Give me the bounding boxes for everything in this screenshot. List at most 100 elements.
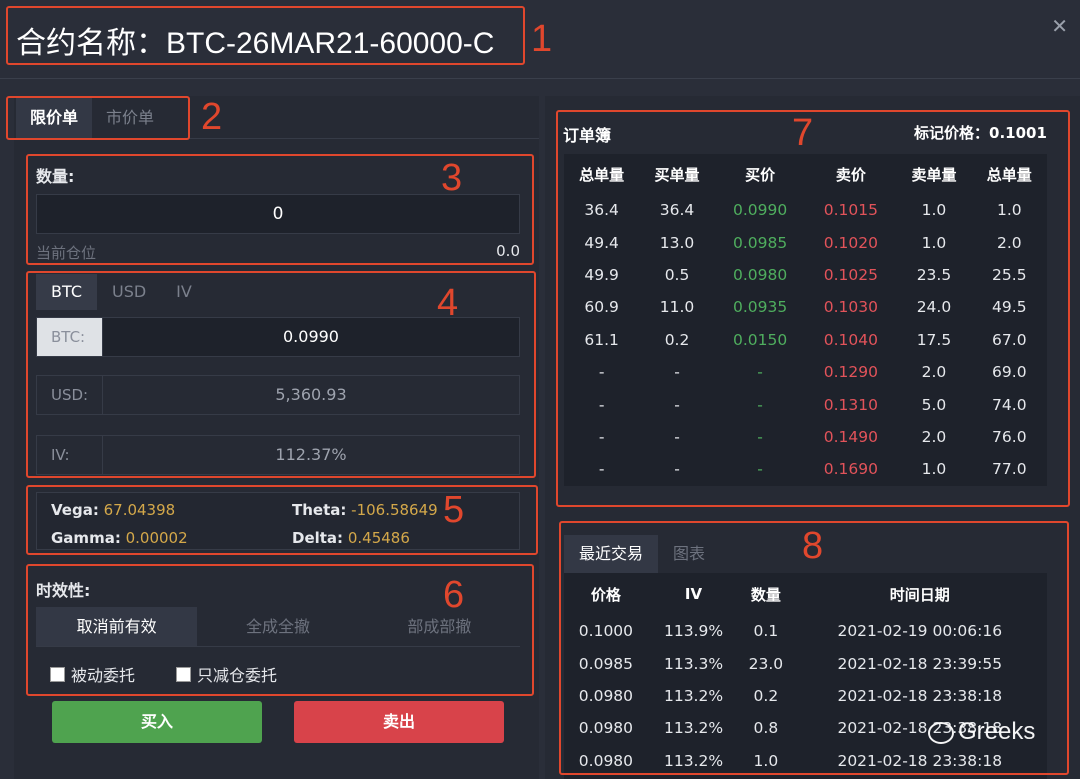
tif-fok[interactable]: 全成全撤	[197, 607, 358, 646]
orderbook-cell: 67.0	[992, 330, 1027, 349]
sell-button[interactable]: 卖出	[294, 701, 504, 743]
orderbook-cell: 0.1020	[823, 233, 878, 252]
checkbox-icon[interactable]	[50, 666, 65, 682]
annotation-number-4: 4	[437, 282, 459, 324]
trade-cell: 1.0	[753, 751, 779, 770]
orderbook-cell: 0.0980	[732, 265, 788, 284]
annotation-number-1: 1	[531, 18, 553, 60]
orderbook-row[interactable]: 49.9 0.5 0.0980 0.1025 23.5 25.5	[564, 259, 1047, 291]
usd-price-field: USD: 5,360.93	[36, 375, 520, 415]
orderbook-row[interactable]: - - - 0.1310 5.0 74.0	[564, 388, 1047, 420]
recent-trades-header: 时间日期	[889, 585, 950, 604]
quantity-label: 数量:	[36, 167, 75, 186]
orderbook-cell: -	[598, 427, 605, 446]
orderbook-cell: 24.0	[916, 298, 952, 317]
annotation-number-8: 8	[802, 525, 824, 567]
tif-gtc[interactable]: 取消前有效	[36, 607, 198, 646]
orderbook-cell: 23.5	[916, 265, 952, 284]
usd-price-value: 5,360.93	[275, 385, 347, 404]
orderbook-cell: -	[757, 395, 763, 414]
gamma-value: 0.00002	[125, 529, 188, 547]
orderbook-row[interactable]: 60.9 11.0 0.0935 0.1030 24.0 49.5	[564, 291, 1047, 323]
iv-price-label: IV:	[37, 436, 103, 474]
post-only-checkbox[interactable]: 被动委托	[50, 662, 135, 686]
recent-trades-header: 数量	[750, 585, 781, 604]
tab-chart[interactable]: 图表	[658, 535, 720, 573]
orderbook-header: 买单量	[654, 165, 700, 184]
recent-trades-tabs: 最近交易 图表	[564, 535, 720, 573]
orderbook-header: 卖单量	[911, 165, 957, 184]
orderbook-cell: 0.1310	[823, 395, 878, 414]
tab-unit-usd[interactable]: USD	[97, 274, 161, 310]
trade-cell: 2021-02-18 23:39:55	[837, 654, 1003, 673]
orderbook-row[interactable]: - - - 0.1290 2.0 69.0	[564, 356, 1047, 388]
reduce-only-checkbox[interactable]: 只减仓委托	[176, 662, 277, 686]
order-type-tabs: 限价单 市价单	[16, 98, 168, 138]
watermark-text: Greeks	[958, 718, 1036, 745]
mark-price: 标记价格：0.1001	[914, 124, 1047, 142]
orderbook-cell: 76.0	[992, 427, 1027, 446]
tab-unit-iv[interactable]: IV	[161, 274, 207, 310]
orderbook-table: 总单量 买单量 买价 卖价 卖单量 总单量 36.4 36.4 0.0990 0.1015 1.0…	[564, 154, 1047, 486]
orderbook-cell: 0.0150	[732, 330, 788, 349]
orderbook-cell: 0.1015	[823, 201, 878, 220]
annotation-number-7: 7	[792, 112, 814, 154]
orderbook-cell: -	[674, 395, 680, 414]
orderbook-title: 订单簿	[563, 126, 612, 145]
quantity-input[interactable]: 0	[36, 194, 520, 234]
orderbook-cell: 17.5	[916, 330, 952, 349]
header-divider	[0, 78, 1080, 79]
greek-theta: Theta: -106.58649	[292, 501, 438, 519]
trade-row: 0.1000 113.9% 0.1 2021-02-19 00:06:16	[564, 615, 1047, 647]
orderbook-cell: -	[757, 363, 763, 382]
trade-cell: 0.0980	[578, 751, 634, 770]
orderbook-cell: 0.5	[664, 265, 690, 284]
annotation-number-6: 6	[443, 574, 465, 616]
orderbook-cell: 13.0	[659, 233, 695, 252]
orderbook-cell: 74.0	[992, 395, 1027, 414]
orderbook-row[interactable]: 36.4 36.4 0.0990 0.1015 1.0 1.0	[564, 194, 1047, 226]
orderbook-cell: 49.4	[584, 233, 619, 252]
theta-label: Theta:	[292, 501, 347, 519]
orderbook-cell: 1.0	[921, 460, 947, 479]
orderbook-cell: 60.9	[584, 298, 619, 317]
trade-cell: 113.9%	[663, 622, 724, 641]
orderbook-cell: 25.5	[992, 265, 1027, 284]
buy-button[interactable]: 买入	[52, 701, 262, 743]
orderbook-row[interactable]: - - - 0.1490 2.0 76.0	[564, 421, 1047, 453]
trade-cell: 0.0985	[578, 654, 634, 673]
tif-ioc[interactable]: 部成部撤	[359, 607, 520, 646]
tab-recent-trades[interactable]: 最近交易	[564, 535, 659, 573]
trade-cell: 2021-02-19 00:06:16	[837, 622, 1003, 641]
position-label: 当前仓位	[36, 244, 97, 262]
recent-trades-table: 价格 IV 数量 时间日期 0.1000 113.9% 0.1 2021-02-19 00:…	[564, 573, 1047, 779]
orderbook-cell: -	[674, 363, 680, 382]
vega-value: 67.04398	[103, 501, 176, 519]
tab-unit-btc[interactable]: BTC	[36, 274, 97, 310]
trade-cell: 113.2%	[663, 686, 724, 705]
orderbook-row[interactable]: 49.4 13.0 0.0985 0.1020 1.0 2.0	[564, 226, 1047, 258]
checkbox-icon[interactable]	[176, 666, 191, 682]
trade-cell: 2021-02-18 23:38:18	[837, 751, 1003, 770]
recent-trades-header: 价格	[590, 585, 621, 604]
orderbook-header: 卖价	[835, 165, 866, 184]
orderbook-row[interactable]: 61.1 0.2 0.0150 0.1040 17.5 67.0	[564, 324, 1047, 356]
orderbook-cell: 0.0990	[732, 201, 788, 220]
orderbook-cell: 2.0	[921, 363, 947, 382]
orderbook-cell: -	[674, 460, 680, 479]
orderbook-header: 买价	[745, 165, 776, 184]
orderbook-cell: 36.4	[659, 201, 695, 220]
orderbook-row[interactable]: - - - 0.1690 1.0 77.0	[564, 453, 1047, 485]
close-icon[interactable]: ✕	[1051, 14, 1068, 38]
trade-cell: 0.0980	[578, 686, 634, 705]
tab-market-order[interactable]: 市价单	[92, 98, 168, 138]
trade-cell: 113.3%	[663, 654, 724, 673]
iv-price-field: IV: 112.37%	[36, 435, 520, 475]
orderbook-cell: -	[598, 363, 605, 382]
orderbook-cell: -	[598, 395, 605, 414]
tab-limit-order[interactable]: 限价单	[16, 98, 93, 138]
vega-label: Vega:	[51, 501, 99, 519]
trade-cell: 23.0	[748, 654, 784, 673]
trade-cell: 0.8	[753, 719, 779, 738]
trade-row: 0.0985 113.3% 23.0 2021-02-18 23:39:55	[564, 647, 1047, 679]
